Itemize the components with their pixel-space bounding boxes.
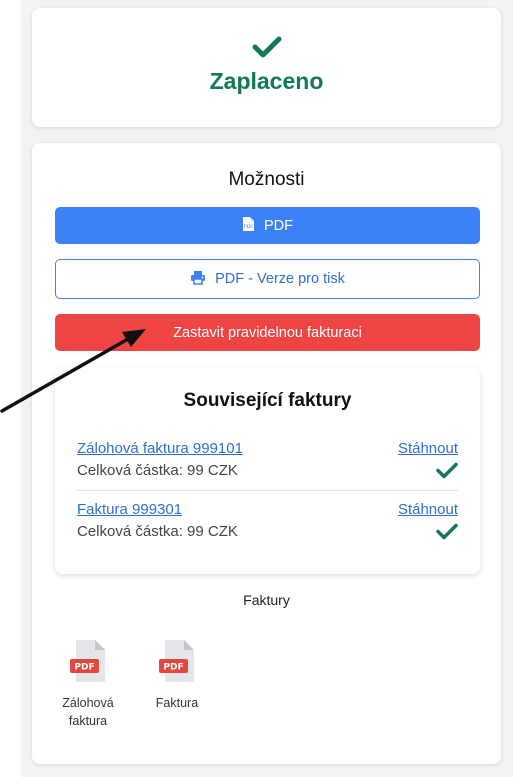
divider [77,490,458,491]
stop-recurring-invoicing-label: Zastavit pravidelnou fakturaci [173,324,362,341]
options-card: Možnosti PDF PDF PDF - Verze pro tisk Za… [32,143,501,764]
pdf-print-button-label: PDF - Verze pro tisk [215,271,345,287]
svg-text:PDF: PDF [163,663,183,673]
related-invoice-row: Faktura 999301 Celková částka: 99 CZK St… [77,501,458,553]
related-invoice-row: Zálohová faktura 999101 Celková částka: … [77,440,458,492]
download-link[interactable]: Stáhnout [398,501,458,518]
printer-icon [190,270,206,289]
file-label: faktura [68,714,108,728]
svg-text:PDF: PDF [244,224,253,230]
payment-status-card: Zaplaceno [32,8,501,127]
pdf-button[interactable]: PDF PDF [55,207,480,244]
invoice-link[interactable]: Zálohová faktura 999101 [77,440,243,457]
pdf-file-icon: PDF [68,640,108,687]
invoice-amount: Celková částka: 99 CZK [77,462,238,479]
check-icon [436,523,458,545]
arrow-icon [0,325,150,420]
pdf-print-button[interactable]: PDF - Verze pro tisk [55,259,480,299]
pdf-file-icon: PDF [157,640,197,687]
invoice-link[interactable]: Faktura 999301 [77,501,182,518]
pdf-button-label: PDF [264,217,293,234]
invoice-amount: Celková částka: 99 CZK [77,523,238,540]
file-item-faktura[interactable]: PDF Faktura [137,639,217,712]
file-item-zalohova-faktura[interactable]: PDF Zálohová faktura [48,639,128,730]
files-heading: Faktury [243,592,290,608]
svg-text:PDF: PDF [74,663,94,673]
payment-status-label: Zaplaceno [209,68,324,94]
check-icon [32,36,501,63]
check-icon [436,462,458,484]
options-title: Možnosti [228,169,305,190]
download-link[interactable]: Stáhnout [398,440,458,457]
file-label: Zálohová [62,696,114,710]
file-label: Faktura [155,696,199,710]
file-pdf-icon: PDF [242,216,255,236]
